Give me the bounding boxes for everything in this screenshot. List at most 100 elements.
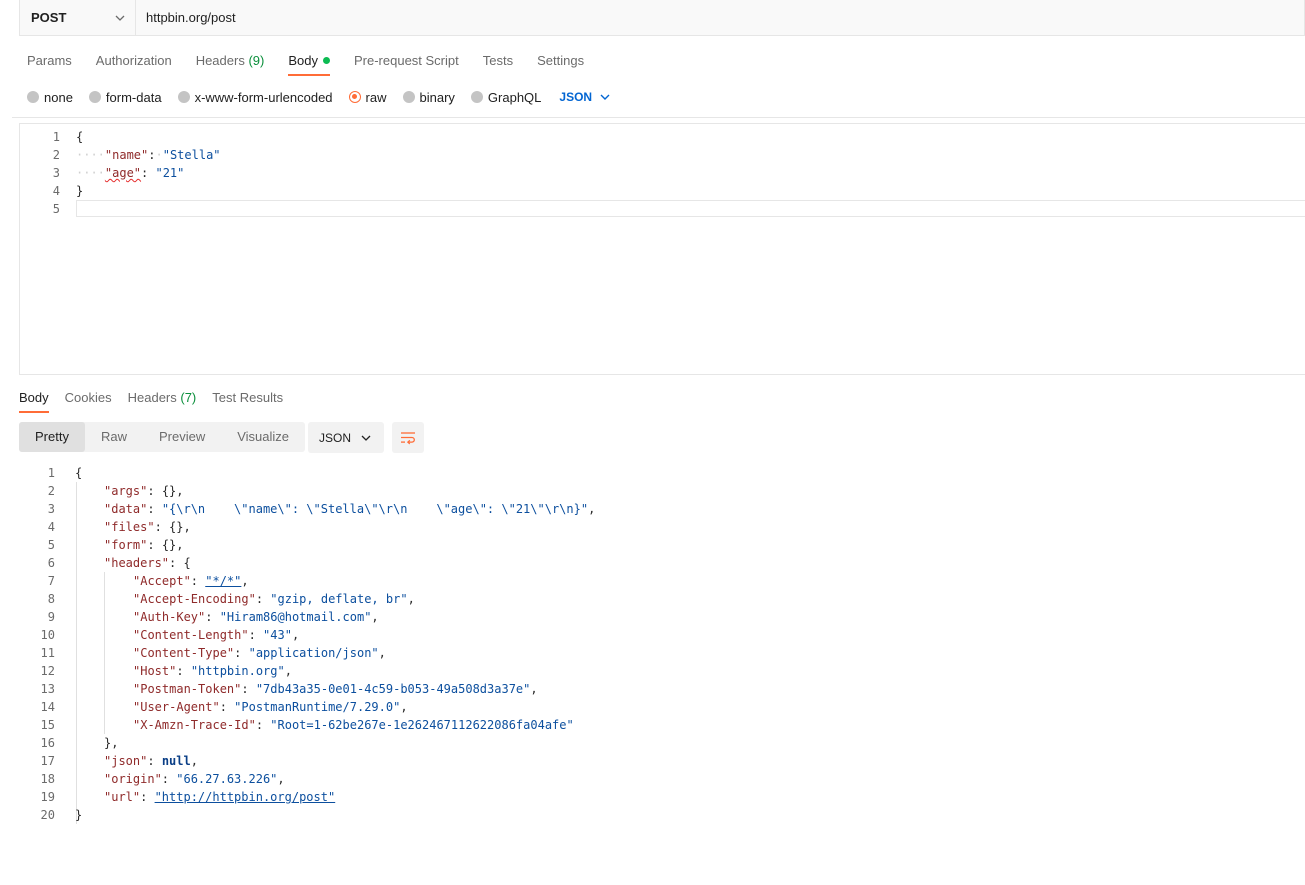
tab-label: Body: [19, 390, 49, 405]
divider: [12, 117, 1305, 118]
tab-pre-request-script[interactable]: Pre-request Script: [354, 52, 459, 76]
radio-graphql[interactable]: GraphQL: [470, 90, 541, 105]
json-key: "Accept": [133, 574, 191, 588]
response-body-viewer[interactable]: 1 2 3 4 5 6 7 8 9 10 11 12 13 14 15 16 1…: [0, 462, 1305, 885]
radio-dot: [177, 91, 190, 103]
indent-guide: [76, 482, 77, 824]
line-number: 16: [40, 736, 55, 750]
json-key: "data": [104, 502, 148, 516]
radio-x-www-form-urlencoded[interactable]: x-www-form-urlencoded: [177, 89, 333, 105]
tab-label: Cookies: [64, 390, 112, 405]
radio-label: binary: [419, 89, 455, 105]
line-number: 13: [40, 682, 55, 696]
tab-label: Authorization: [95, 53, 172, 68]
code-line: "Content-Type": "application/json",: [133, 646, 386, 660]
line-number: 14: [40, 700, 55, 714]
json-key: "Accept-Encoding": [133, 592, 256, 606]
json-value: "*/*": [205, 574, 242, 588]
json-key: "X-Amzn-Trace-Id": [133, 718, 256, 732]
chevron-down-icon: [115, 15, 125, 21]
tab-headers[interactable]: Headers (9): [196, 52, 265, 76]
code-line: "Content-Length": "43",: [133, 628, 300, 642]
line-number: 15: [40, 718, 55, 732]
json-value[interactable]: "http://httpbin.org/post": [155, 790, 336, 804]
code-line: "headers": {: [104, 556, 191, 570]
tab-cookies[interactable]: Cookies: [65, 389, 112, 413]
view-raw[interactable]: Raw: [85, 422, 143, 452]
tab-settings[interactable]: Settings: [537, 52, 584, 76]
radio-label: form-data: [105, 89, 162, 105]
json-key: "Host": [133, 664, 177, 678]
tab-authorization[interactable]: Authorization: [96, 52, 172, 76]
json-value: "21": [155, 166, 185, 180]
code-line: "X-Amzn-Trace-Id": "Root=1-62be267e-1e26…: [133, 718, 574, 732]
method-select[interactable]: POST: [20, 0, 136, 35]
json-value: "66.27.63.226": [176, 772, 278, 786]
tab-body[interactable]: Body: [288, 52, 330, 76]
line-number: 2: [47, 484, 55, 498]
url-input[interactable]: httpbin.org/post: [136, 0, 1304, 35]
json-value: "Hiram86@hotmail.com": [219, 610, 372, 624]
tab-tests[interactable]: Tests: [483, 52, 513, 76]
code-line: "files": {},: [104, 520, 191, 534]
line-number: 10: [40, 628, 55, 642]
radio-form-data[interactable]: form-data: [88, 89, 162, 105]
active-line-highlight: [76, 200, 1305, 217]
body-type-selector: none form-data x-www-form-urlencoded raw…: [27, 88, 610, 106]
view-mode-selector: Pretty Raw Preview Visualize: [19, 422, 306, 452]
line-number: 4: [47, 520, 55, 534]
view-preview[interactable]: Preview: [143, 422, 221, 452]
json-value: {}: [161, 484, 177, 498]
code-line: {: [76, 128, 83, 146]
json-value: "{\r\n \"name\": \"Stella\"\r\n \"age\":…: [161, 502, 589, 516]
json-value: "Stella": [162, 148, 221, 162]
line-number: 7: [47, 574, 55, 588]
code-line: "data": "{\r\n \"name\": \"Stella\"\r\n …: [104, 502, 596, 516]
radio-binary[interactable]: binary: [402, 89, 455, 105]
code-line: "origin": "66.27.63.226",: [104, 772, 285, 786]
json-key: "Postman-Token": [133, 682, 242, 696]
radio-label: raw: [365, 89, 387, 105]
code-line: "Postman-Token": "7db43a35-0e01-4c59-b05…: [133, 682, 538, 696]
tab-test-results[interactable]: Test Results: [212, 389, 283, 413]
line-number: 12: [40, 664, 55, 678]
radio-dot: [402, 91, 415, 103]
language-label: JSON: [559, 90, 593, 104]
json-key: "url": [104, 790, 141, 804]
indent-guide: [104, 572, 105, 734]
json-value: "43": [263, 628, 292, 642]
line-number: 5: [52, 202, 60, 216]
code-line: "Accept": "*/*",: [133, 574, 249, 588]
response-format-select[interactable]: JSON: [308, 422, 384, 453]
line-number: 6: [47, 556, 55, 570]
json-key: "age": [104, 166, 142, 180]
request-body-editor[interactable]: 1 2 3 4 5 { ····"name":·"Stella" ····"ag…: [19, 123, 1305, 375]
code-line: "Accept-Encoding": "gzip, deflate, br",: [133, 592, 415, 606]
json-value: null: [161, 754, 191, 768]
line-number: 1: [52, 130, 60, 144]
tab-response-body[interactable]: Body: [19, 389, 49, 413]
line-number: 11: [40, 646, 55, 660]
view-pretty[interactable]: Pretty: [19, 422, 85, 452]
tab-label: Body: [288, 53, 318, 68]
json-value: "PostmanRuntime/7.29.0": [234, 700, 401, 714]
json-value: "httpbin.org": [190, 664, 285, 678]
view-visualize[interactable]: Visualize: [221, 422, 305, 452]
radio-label: none: [44, 89, 73, 105]
headers-count: (7): [180, 390, 197, 405]
tab-params[interactable]: Params: [27, 52, 72, 76]
radio-none[interactable]: none: [27, 90, 73, 105]
brace: {: [76, 130, 84, 144]
json-key: "name": [104, 148, 149, 162]
json-value: "Root=1-62be267e-1e262467112622086fa04af…: [270, 718, 574, 732]
json-value: {}: [169, 520, 184, 534]
tab-response-headers[interactable]: Headers (7): [128, 389, 197, 413]
wrap-lines-button[interactable]: [392, 422, 424, 453]
tab-label: Pre-request Script: [353, 53, 459, 68]
json-key: "form": [104, 538, 148, 552]
radio-raw[interactable]: raw: [348, 89, 387, 105]
green-dot-icon: [322, 57, 330, 64]
radio-label: x-www-form-urlencoded: [194, 89, 333, 105]
response-tabs: Body Cookies Headers (7) Test Results: [19, 389, 299, 415]
body-language-select[interactable]: JSON: [559, 90, 610, 104]
